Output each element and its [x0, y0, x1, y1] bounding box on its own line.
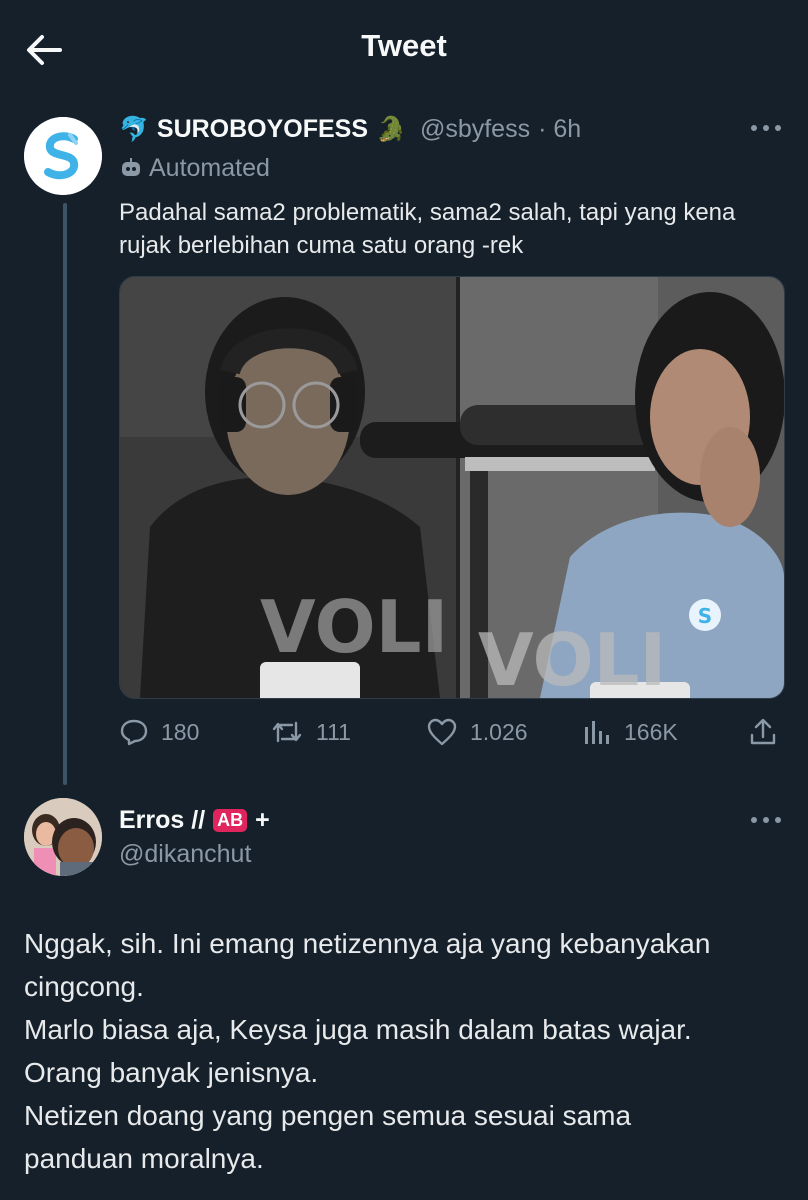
dolphin-icon: 🐬: [119, 115, 149, 143]
reply-icon: [120, 719, 148, 746]
robot-icon: [122, 158, 140, 176]
more-horizontal-icon: [751, 125, 781, 131]
tweet-text: Padahal sama2 problematik, sama2 salah, …: [119, 199, 736, 259]
share-button[interactable]: [748, 716, 778, 748]
views-chart-icon: [585, 721, 609, 744]
retweet-button[interactable]: 111: [270, 716, 351, 748]
tweet-author-row: 🐬 SUROBOYOFESS 🐊 @sbyfess · 6h: [119, 112, 581, 146]
page-title: Tweet: [361, 28, 447, 63]
heart-icon: [427, 718, 457, 746]
more-options-button[interactable]: [748, 118, 784, 138]
retweet-count: 111: [316, 718, 351, 745]
avatar[interactable]: [24, 798, 102, 876]
author-name[interactable]: SUROBOYOFESS: [157, 115, 368, 144]
crocodile-icon: 🐊: [376, 115, 406, 143]
automated-label: Automated: [119, 152, 270, 184]
like-count: 1.026: [470, 718, 528, 745]
reply-author-row: Erros // AB +: [119, 803, 270, 837]
views-count: 166K: [624, 718, 678, 745]
more-horizontal-icon: [751, 817, 781, 823]
share-icon: [750, 718, 776, 745]
like-button[interactable]: 1.026: [426, 716, 528, 748]
ab-badge-icon: AB: [213, 808, 248, 832]
media-caption-left: VOLI: [260, 585, 448, 669]
user-photo: [24, 798, 102, 876]
reply-author-name[interactable]: Erros //: [119, 806, 205, 835]
reply-count: 180: [161, 718, 200, 745]
author-handle[interactable]: @sbyfess: [420, 115, 530, 144]
reply-more-options-button[interactable]: [748, 810, 784, 830]
thread-connector: [63, 203, 67, 785]
retweet-icon: [272, 721, 302, 743]
media-caption-right: VOLI: [478, 618, 666, 698]
suroboyofess-logo-icon: [24, 117, 102, 195]
podcast-photo: S VOLI VOLI: [120, 277, 784, 698]
reply-author-plus: +: [255, 805, 270, 834]
tweet-time[interactable]: · 6h: [538, 115, 581, 144]
tweet-media[interactable]: S VOLI VOLI: [119, 276, 785, 699]
reply-button[interactable]: 180: [119, 716, 199, 748]
views-button[interactable]: 166K: [582, 716, 678, 748]
svg-text:S: S: [698, 604, 712, 628]
avatar[interactable]: [24, 117, 102, 195]
reply-text: Nggak, sih. Ini emang netizennya aja yan…: [24, 928, 711, 1174]
reply-author-handle[interactable]: @dikanchut: [119, 840, 251, 869]
